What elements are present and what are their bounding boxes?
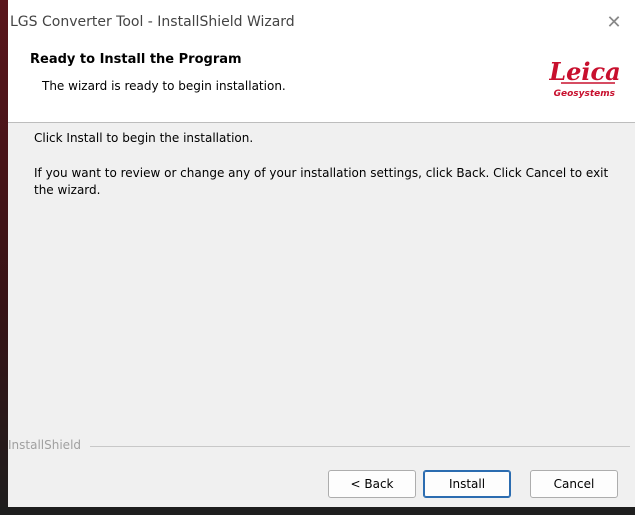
- title-bar[interactable]: LGS Converter Tool - InstallShield Wizar…: [8, 0, 635, 42]
- cancel-button[interactable]: Cancel: [530, 470, 618, 498]
- leica-logo: Leica Geosystems: [549, 57, 621, 99]
- logo-tagline: Geosystems: [554, 89, 616, 99]
- page-title: Ready to Install the Program: [30, 52, 242, 67]
- footer-divider: [90, 446, 630, 447]
- review-instruction: If you want to review or change any of y…: [34, 166, 609, 197]
- page-subtitle: The wizard is ready to begin installatio…: [42, 79, 286, 93]
- install-instruction: Click Install to begin the installation.: [34, 131, 254, 145]
- wizard-header: Ready to Install the Program The wizard …: [8, 42, 635, 123]
- close-button[interactable]: ✕: [599, 8, 629, 36]
- back-button[interactable]: < Back: [328, 470, 416, 498]
- window-frame-bottom: [0, 507, 635, 515]
- installer-window: LGS Converter Tool - InstallShield Wizar…: [0, 0, 635, 515]
- window-title: LGS Converter Tool - InstallShield Wizar…: [10, 14, 295, 30]
- logo-brand: Leica: [549, 57, 621, 86]
- installshield-label: InstallShield: [8, 438, 82, 452]
- window-accent: [0, 0, 8, 515]
- install-button[interactable]: Install: [423, 470, 511, 498]
- close-icon: ✕: [606, 11, 622, 33]
